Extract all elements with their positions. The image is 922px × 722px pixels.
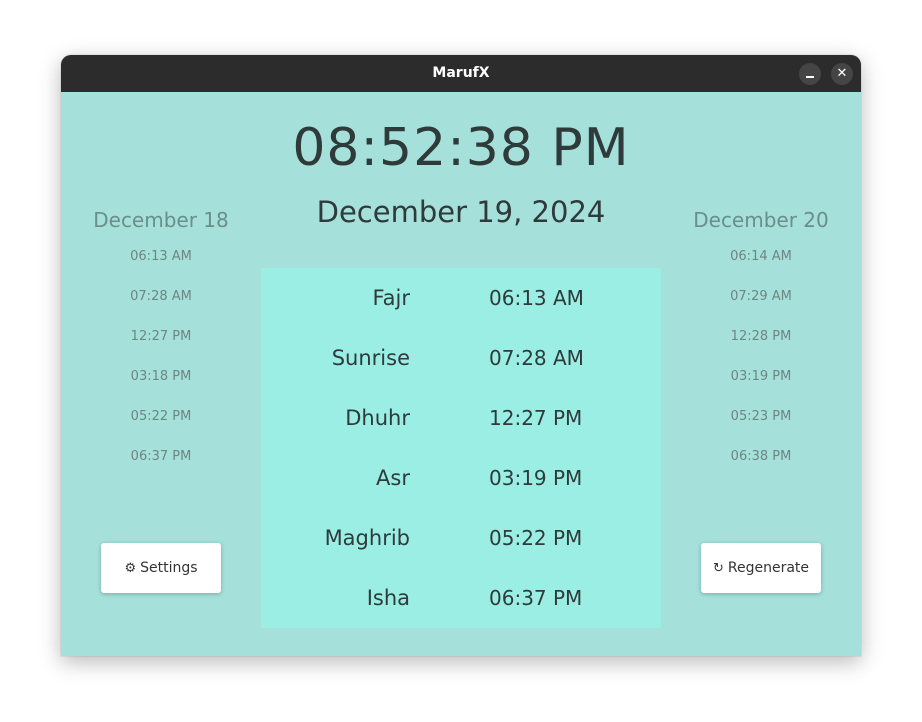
next-day-time: 12:28 PM <box>730 329 792 344</box>
close-icon: ✕ <box>836 66 848 81</box>
prayer-row-maghrib: Maghrib 05:22 PM <box>261 508 661 568</box>
prayer-time: 05:22 PM <box>489 526 583 550</box>
title-bar[interactable]: MarufX ✕ <box>61 55 861 92</box>
prayer-row-isha: Isha 06:37 PM <box>261 568 661 628</box>
gear-icon: ⚙ <box>124 561 137 576</box>
prayer-name: Fajr <box>372 286 411 310</box>
prayer-name: Isha <box>366 586 410 610</box>
next-day-date: December 20 <box>693 208 829 232</box>
prayer-time: 12:27 PM <box>489 406 583 430</box>
regenerate-button-label: Regenerate <box>727 560 810 576</box>
refresh-icon: ↻ <box>712 561 724 576</box>
close-button[interactable]: ✕ <box>831 63 853 85</box>
previous-day-column: December 18 06:13 AM 07:28 AM 12:27 PM 0… <box>61 205 261 487</box>
window-title: MarufX <box>432 65 490 81</box>
prayer-name: Asr <box>376 466 410 490</box>
app-window: MarufX ✕ 08:52:38 PM December 19, 2024 D… <box>61 55 861 656</box>
regenerate-button[interactable]: ↻ Regenerate <box>701 543 821 593</box>
previous-day-time: 05:22 PM <box>130 409 192 424</box>
next-day-time: 05:23 PM <box>730 409 792 424</box>
minimize-button[interactable] <box>799 63 821 85</box>
next-day-column: December 20 06:14 AM 07:29 AM 12:28 PM 0… <box>661 205 861 487</box>
next-day-time: 03:19 PM <box>730 369 792 384</box>
prayer-time: 07:28 AM <box>489 346 584 370</box>
prayer-times-panel: Fajr 06:13 AM Sunrise 07:28 AM Dhuhr 12:… <box>261 268 661 628</box>
previous-day-date: December 18 <box>93 208 229 232</box>
prayer-row-asr: Asr 03:19 PM <box>261 448 661 508</box>
minimize-icon <box>806 76 814 78</box>
settings-button-label: Settings <box>140 560 198 576</box>
next-day-time: 06:38 PM <box>730 449 792 464</box>
prayer-time: 03:19 PM <box>489 466 583 490</box>
prayer-row-fajr: Fajr 06:13 AM <box>261 268 661 328</box>
prayer-name: Maghrib <box>324 526 410 550</box>
settings-button[interactable]: ⚙ Settings <box>101 543 221 593</box>
prayer-row-sunrise: Sunrise 07:28 AM <box>261 328 661 388</box>
previous-day-time: 06:37 PM <box>130 449 192 464</box>
prayer-row-dhuhr: Dhuhr 12:27 PM <box>261 388 661 448</box>
previous-day-time: 03:18 PM <box>130 369 192 384</box>
prayer-time: 06:13 AM <box>489 286 584 310</box>
previous-day-time: 06:13 AM <box>130 249 192 264</box>
prayer-name: Dhuhr <box>345 406 410 430</box>
previous-day-time: 07:28 AM <box>130 289 192 304</box>
next-day-time: 07:29 AM <box>730 289 792 304</box>
current-time: 08:52:38 PM <box>292 118 630 178</box>
previous-day-time: 12:27 PM <box>130 329 192 344</box>
main-content: 08:52:38 PM December 19, 2024 December 1… <box>61 92 861 656</box>
prayer-name: Sunrise <box>331 346 410 370</box>
prayer-time: 06:37 PM <box>489 586 583 610</box>
next-day-time: 06:14 AM <box>730 249 792 264</box>
